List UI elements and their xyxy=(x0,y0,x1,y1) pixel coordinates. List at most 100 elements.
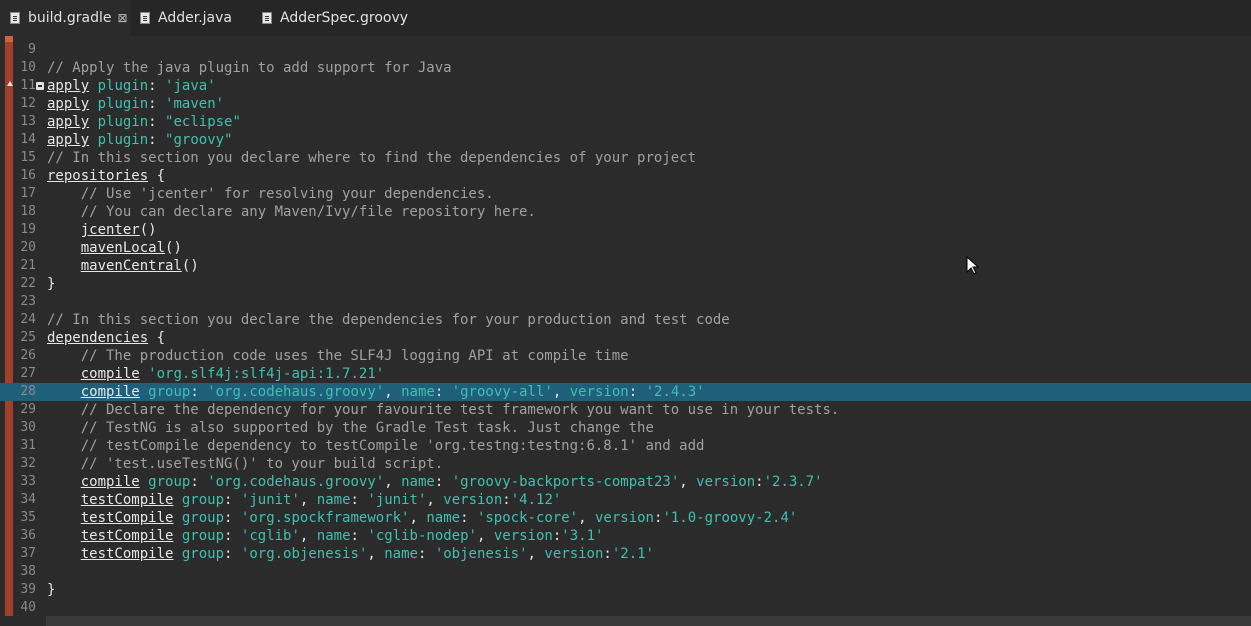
code-text: // TestNG is also supported by the Gradl… xyxy=(47,420,654,436)
code-line[interactable]: 17 // Use 'jcenter' for resolving your d… xyxy=(0,185,1251,203)
line-number: 23 xyxy=(20,294,36,309)
code-text: } xyxy=(47,276,56,292)
line-number: 39 xyxy=(20,582,36,597)
code-text: dependencies { xyxy=(47,330,166,346)
line-number: 37 xyxy=(20,546,36,561)
line-number: 33 xyxy=(20,474,36,489)
tab-label: AdderSpec.groovy xyxy=(280,10,409,26)
code-line[interactable]: 16 repositories { xyxy=(0,167,1251,185)
code-text: mavenLocal() xyxy=(80,240,182,256)
code-text: jcenter() xyxy=(80,222,157,238)
tab-build-gradle[interactable]: build.gradle ⊠ xyxy=(0,0,130,36)
fold-collapse-icon[interactable] xyxy=(36,82,44,90)
code-text: // Apply the java plugin to add support … xyxy=(47,60,452,76)
line-number: 34 xyxy=(20,492,36,507)
code-text: apply plugin: "eclipse" xyxy=(47,114,241,130)
code-line[interactable]: 40 xyxy=(0,599,1251,617)
code-line[interactable]: 15 // In this section you declare where t… xyxy=(0,149,1251,167)
code-text: // 'test.useTestNG()' to your build scri… xyxy=(47,456,444,472)
code-text: // testCompile dependency to testCompile… xyxy=(47,438,705,454)
code-text: testCompile group: 'junit', name: 'junit… xyxy=(80,492,562,508)
code-line[interactable]: 23 xyxy=(0,293,1251,311)
line-number: 35 xyxy=(20,510,36,525)
code-text: // The production code uses the SLF4J lo… xyxy=(47,348,629,364)
code-line[interactable]: 32 // 'test.useTestNG()' to your build s… xyxy=(0,455,1251,473)
code-line[interactable]: 9 xyxy=(0,41,1251,59)
tab-label: Adder.java xyxy=(158,10,232,26)
code-text: // In this section you declare where to … xyxy=(47,150,697,166)
code-line[interactable]: 22} xyxy=(0,275,1251,293)
java-file-icon xyxy=(140,12,150,24)
code-line[interactable]: 10 // Apply the java plugin to add suppor… xyxy=(0,59,1251,77)
line-number: 11 xyxy=(20,78,36,93)
code-line[interactable]: 37 testCompile group: 'org.objenesis', n… xyxy=(0,545,1251,563)
line-number: 25 xyxy=(20,330,36,345)
code-line[interactable]: 30 // TestNG is also supported by the Gr… xyxy=(0,419,1251,437)
line-number: 19 xyxy=(20,222,36,237)
code-text: repositories { xyxy=(47,168,166,184)
editor-tab-bar: build.gradle ⊠ Adder.java AdderSpec.groo… xyxy=(0,0,1251,37)
code-text: testCompile group: 'org.spockframework',… xyxy=(80,510,798,526)
line-number: 20 xyxy=(20,240,36,255)
code-line[interactable]: 38 xyxy=(0,563,1251,581)
code-line[interactable]: 18 // You can declare any Maven/Ivy/file… xyxy=(0,203,1251,221)
line-number: 26 xyxy=(20,348,36,363)
code-text: apply plugin: 'maven' xyxy=(47,96,225,112)
code-text: compile group: 'org.codehaus.groovy', na… xyxy=(80,384,705,400)
code-line[interactable]: 34 testCompile group: 'junit', name: 'ju… xyxy=(0,491,1251,509)
code-line[interactable]: 20 mavenLocal() xyxy=(0,239,1251,257)
code-text: // Declare the dependency for your favou… xyxy=(47,402,840,418)
code-text: apply plugin: "groovy" xyxy=(47,132,233,148)
close-tab-icon[interactable]: ⊠ xyxy=(118,11,128,25)
code-text: apply plugin: 'java' xyxy=(47,78,216,94)
code-text: testCompile group: 'cglib', name: 'cglib… xyxy=(80,528,604,544)
line-number: 30 xyxy=(20,420,36,435)
line-number: 13 xyxy=(20,114,36,129)
code-line[interactable]: 39} xyxy=(0,581,1251,599)
groovy-file-icon xyxy=(262,12,272,24)
code-line[interactable]: 25 dependencies { xyxy=(0,329,1251,347)
code-text: // Use 'jcenter' for resolving your depe… xyxy=(47,186,494,202)
code-text: } xyxy=(47,582,56,598)
line-number: 9 xyxy=(28,42,36,57)
tab-adder-spec-groovy[interactable]: AdderSpec.groovy xyxy=(262,0,422,36)
scroll-corner xyxy=(0,616,46,626)
code-text: compile group: 'org.codehaus.groovy', na… xyxy=(80,474,823,490)
line-number: 24 xyxy=(20,312,36,327)
line-number: 18 xyxy=(20,204,36,219)
code-line[interactable]: 27 compile 'org.slf4j:slf4j-api:1.7.21' xyxy=(0,365,1251,383)
line-number: 21 xyxy=(20,258,36,273)
line-number: 14 xyxy=(20,132,36,147)
mouse-cursor-icon xyxy=(966,255,980,275)
code-line[interactable]: 13 apply plugin: "eclipse" xyxy=(0,113,1251,131)
line-number: 16 xyxy=(20,168,36,183)
code-line[interactable]: 11 apply plugin: 'java' xyxy=(0,77,1251,95)
code-line[interactable]: 28 compile group: 'org.codehaus.groovy',… xyxy=(0,383,1251,401)
code-line[interactable]: 12 apply plugin: 'maven' xyxy=(0,95,1251,113)
line-number: 31 xyxy=(20,438,36,453)
tab-adder-java[interactable]: Adder.java xyxy=(140,0,250,36)
line-number: 32 xyxy=(20,456,36,471)
code-line[interactable]: 29 // Declare the dependency for your fa… xyxy=(0,401,1251,419)
code-text: compile 'org.slf4j:slf4j-api:1.7.21' xyxy=(80,366,385,382)
code-line[interactable]: 24 // In this section you declare the dep… xyxy=(0,311,1251,329)
code-line[interactable]: 36 testCompile group: 'cglib', name: 'cg… xyxy=(0,527,1251,545)
code-line[interactable]: 35 testCompile group: 'org.spockframewor… xyxy=(0,509,1251,527)
code-line[interactable]: 31 // testCompile dependency to testComp… xyxy=(0,437,1251,455)
override-marker-icon xyxy=(7,81,13,86)
gradle-file-icon xyxy=(10,12,20,24)
horizontal-scrollbar[interactable] xyxy=(46,616,1251,626)
line-number: 27 xyxy=(20,366,36,381)
code-line[interactable]: 19 jcenter() xyxy=(0,221,1251,239)
code-line[interactable]: 14 apply plugin: "groovy" xyxy=(0,131,1251,149)
code-line[interactable]: 21 mavenCentral() xyxy=(0,257,1251,275)
line-number: 15 xyxy=(20,150,36,165)
code-editor[interactable]: 9 10 // Apply the java plugin to add suppo… xyxy=(0,36,1251,616)
code-text: mavenCentral() xyxy=(80,258,199,274)
line-number: 17 xyxy=(20,186,36,201)
code-line[interactable]: 33 compile group: 'org.codehaus.groovy',… xyxy=(0,473,1251,491)
line-number: 38 xyxy=(20,564,36,579)
line-number: 10 xyxy=(20,60,36,75)
code-line[interactable]: 26 // The production code uses the SLF4J… xyxy=(0,347,1251,365)
tab-label: build.gradle xyxy=(28,10,112,26)
